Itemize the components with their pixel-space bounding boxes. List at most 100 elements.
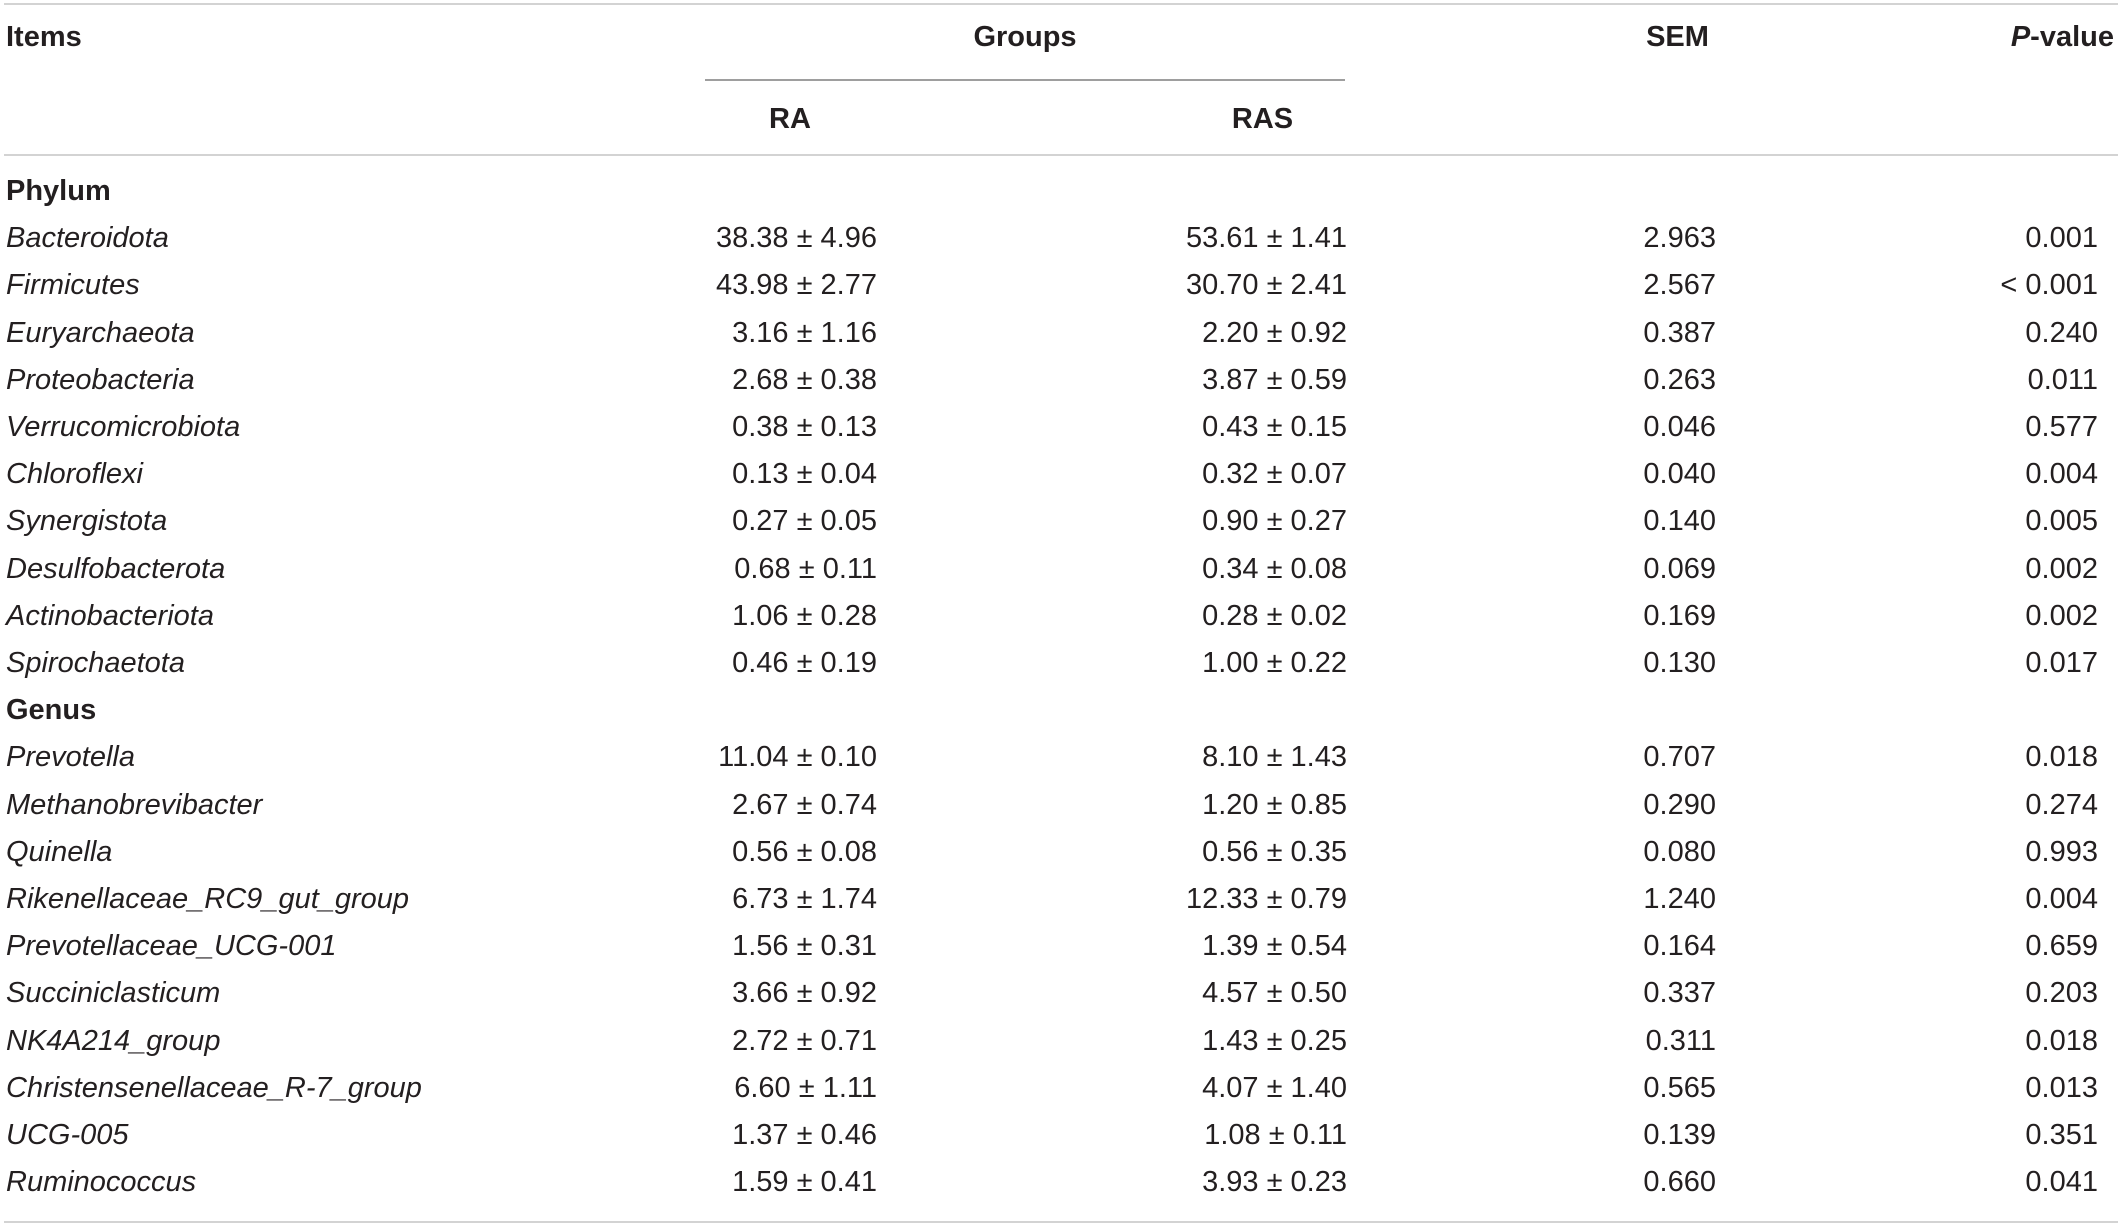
sem-value: 0.139 [1643, 1119, 1716, 1151]
table-row: Euryarchaeota 3.16 ± 1.16 2.20 ± 0.92 0.387… [0, 310, 2118, 357]
sem-value: 0.387 [1643, 316, 1716, 349]
p-value: 0.013 [2025, 1071, 2098, 1104]
header-items: Items [6, 21, 82, 53]
data-table: Items Groups RA RAS SEM P-value Phylum Ba… [0, 0, 2118, 1225]
sem-value: 2.567 [1643, 269, 1716, 302]
p-value: 0.203 [2025, 977, 2098, 1010]
ras-value: 1.39 ± 0.54 [1202, 930, 1347, 963]
sem-value: 0.565 [1643, 1071, 1716, 1104]
taxon-name: Bacteroidota [6, 222, 169, 255]
ra-value: 2.67 ± 0.74 [732, 788, 877, 821]
header-ras: RAS [1231, 103, 1294, 135]
ra-value: 1.56 ± 0.31 [732, 930, 877, 963]
ra-value: 6.60 ± 1.11 [734, 1071, 877, 1104]
table-row: Chloroflexi 0.13 ± 0.04 0.32 ± 0.07 0.040 0.… [0, 451, 2118, 498]
ras-value: 53.61 ± 1.41 [1185, 222, 1347, 255]
ras-value: 0.34 ± 0.08 [1202, 552, 1347, 585]
ra-value: 2.68 ± 0.38 [732, 363, 877, 396]
taxon-name: Ruminococcus [6, 1166, 197, 1199]
p-value: 0.993 [2025, 835, 2098, 868]
taxon-name: Proteobacteria [6, 363, 195, 396]
sem-value: 0.263 [1643, 363, 1716, 396]
p-value: 0.004 [2025, 883, 2098, 915]
section-label: Genus [6, 694, 97, 727]
p-value: 0.018 [2025, 1024, 2098, 1057]
ras-value: 1.00 ± 0.22 [1202, 647, 1347, 679]
table-row: Prevotellaceae_UCG-001 1.56 ± 0.31 1.39 ± … [0, 923, 2118, 970]
table-row: Ruminococcus 1.59 ± 0.41 3.93 ± 0.23 0.660 0… [0, 1159, 2118, 1206]
sem-value: 0.337 [1643, 977, 1716, 1010]
sem-value: 0.707 [1643, 741, 1716, 774]
sem-value: 0.046 [1643, 411, 1716, 443]
header-ra: RA [769, 103, 811, 135]
taxon-name: Spirochaetota [6, 647, 185, 679]
taxon-name: Succiniclasticum [6, 977, 221, 1010]
table-top-rule [4, 3, 2118, 5]
p-value: 0.351 [2025, 1119, 2098, 1151]
table-row: Succiniclasticum 3.66 ± 0.92 4.57 ± 0.50 0.… [0, 970, 2118, 1017]
sem-value: 0.311 [1645, 1024, 1716, 1057]
table-row: UCG-005 1.37 ± 0.46 1.08 ± 0.11 0.139 0.351 [0, 1112, 2118, 1159]
p-value: 0.274 [2025, 788, 2098, 821]
ras-value: 30.70 ± 2.41 [1185, 269, 1347, 302]
p-value: 0.011 [2027, 363, 2098, 396]
p-value: 0.577 [2025, 411, 2098, 443]
ra-value: 43.98 ± 2.77 [715, 269, 877, 302]
ra-value: 0.46 ± 0.19 [732, 647, 877, 679]
ra-value: 0.13 ± 0.04 [732, 458, 877, 491]
taxon-name: Prevotella [6, 741, 135, 774]
sem-value: 0.140 [1643, 505, 1716, 538]
table-row: Firmicutes 43.98 ± 2.77 30.70 ± 2.41 2.567 <… [0, 262, 2118, 309]
table-row: Prevotella 11.04 ± 0.10 8.10 ± 1.43 0.707 0.… [0, 734, 2118, 781]
ra-value: 2.72 ± 0.71 [732, 1024, 877, 1057]
ra-value: 6.73 ± 1.74 [732, 883, 877, 915]
taxon-name: Synergistota [6, 505, 168, 538]
taxon-name: UCG-005 [6, 1119, 129, 1151]
taxon-name: NK4A214_group [6, 1024, 221, 1057]
ras-value: 4.57 ± 0.50 [1202, 977, 1347, 1010]
header-p-rest: -value [2030, 21, 2114, 53]
header-sem: SEM [1646, 21, 1709, 53]
p-value: 0.018 [2025, 741, 2098, 774]
taxon-name: Verrucomicrobiota [6, 411, 241, 443]
ras-value: 1.08 ± 0.11 [1204, 1119, 1347, 1151]
section-row: Genus [0, 687, 2118, 734]
p-value: 0.001 [2025, 222, 2098, 255]
sem-value: 0.080 [1643, 835, 1716, 868]
p-value: < 0.001 [2000, 269, 2098, 302]
taxon-name: Christensenellaceae_R-7_group [6, 1071, 422, 1104]
taxon-name: Methanobrevibacter [6, 788, 263, 821]
header-groups: Groups [973, 21, 1077, 53]
ra-value: 0.68 ± 0.11 [734, 552, 877, 585]
sem-value: 1.240 [1643, 883, 1716, 915]
p-value: 0.041 [2025, 1166, 2098, 1199]
ras-value: 0.32 ± 0.07 [1202, 458, 1347, 491]
sem-value: 0.169 [1643, 599, 1716, 632]
groups-span-rule [705, 79, 1345, 81]
taxon-name: Desulfobacterota [6, 552, 226, 585]
table-bottom-rule [4, 1221, 2118, 1223]
table-row: Methanobrevibacter 2.67 ± 0.74 1.20 ± 0.85… [0, 782, 2118, 829]
sem-value: 0.040 [1643, 458, 1716, 491]
sem-value: 0.290 [1643, 788, 1716, 821]
header-p-italic: P [2010, 21, 2031, 53]
sem-value: 0.130 [1643, 647, 1716, 679]
ras-value: 3.87 ± 0.59 [1202, 363, 1347, 396]
p-value: 0.659 [2025, 930, 2098, 963]
ras-value: 2.20 ± 0.92 [1202, 316, 1347, 349]
taxon-name: Firmicutes [6, 269, 140, 302]
table-row: Christensenellaceae_R-7_group 6.60 ± 1.11… [0, 1065, 2118, 1112]
table-row: Bacteroidota 38.38 ± 4.96 53.61 ± 1.41 2.96… [0, 215, 2118, 262]
p-value: 0.005 [2025, 505, 2098, 538]
ra-value: 3.16 ± 1.16 [732, 316, 877, 349]
p-value: 0.017 [2025, 647, 2098, 679]
table-row: Synergistota 0.27 ± 0.05 0.90 ± 0.27 0.140 0… [0, 498, 2118, 545]
ra-value: 0.27 ± 0.05 [732, 505, 877, 538]
taxon-name: Actinobacteriota [6, 599, 214, 632]
header-bottom-rule [4, 154, 2118, 156]
ras-value: 12.33 ± 0.79 [1185, 883, 1347, 915]
ras-value: 0.28 ± 0.02 [1202, 599, 1347, 632]
ras-value: 4.07 ± 1.40 [1202, 1071, 1347, 1104]
taxon-name: Chloroflexi [6, 458, 143, 491]
taxon-name: Rikenellaceae_RC9_gut_group [6, 883, 410, 915]
